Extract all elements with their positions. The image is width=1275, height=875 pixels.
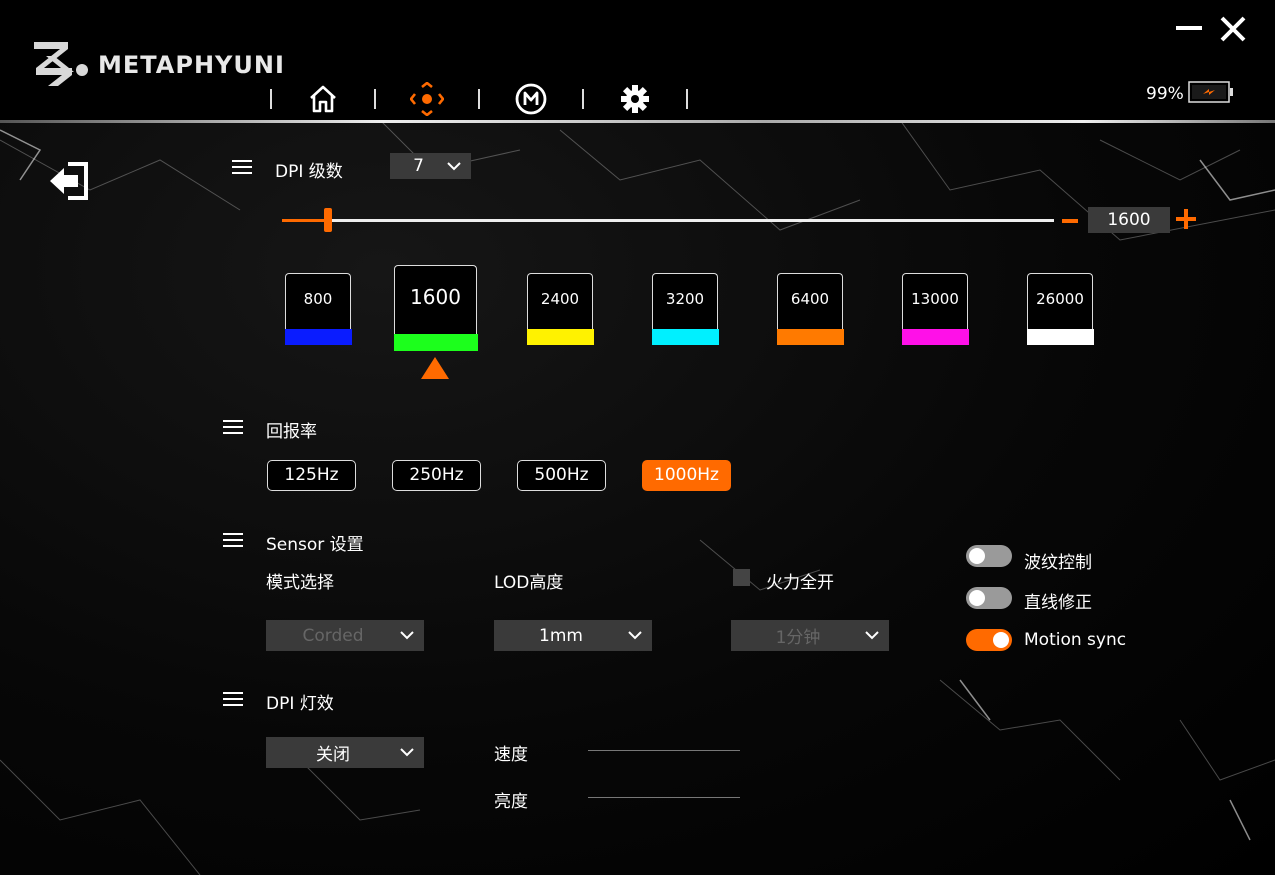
dpi-level-card[interactable]: 13000 <box>901 273 969 345</box>
fire-duration-value: 1分钟 <box>775 628 821 648</box>
logo-mark-icon <box>34 42 88 86</box>
speed-slider[interactable] <box>588 750 740 751</box>
battery-percent: 99% <box>1146 84 1184 104</box>
angle-snapping-label: 直线修正 <box>1024 593 1092 613</box>
list-icon <box>223 692 243 706</box>
polling-section-title: 回报率 <box>266 422 317 442</box>
dpi-level-card[interactable]: 800 <box>284 273 352 345</box>
dpi-level-value: 26000 <box>1036 290 1084 308</box>
list-icon <box>223 420 243 434</box>
dpi-level-card[interactable]: 3200 <box>651 273 719 345</box>
main-nav <box>270 80 722 118</box>
mode-select-value: Corded <box>302 625 364 646</box>
dpi-levels-value: 7 <box>413 156 424 176</box>
lighting-mode-select[interactable]: 关闭 <box>266 737 424 768</box>
rate-1000hz-button[interactable]: 1000Hz <box>642 460 731 491</box>
dpi-level-value: 6400 <box>790 290 830 308</box>
nav-separator <box>270 89 272 109</box>
dpi-level-card[interactable]: 1600 <box>393 265 478 351</box>
dpi-level-card[interactable]: 2400 <box>526 273 594 345</box>
lod-label: LOD高度 <box>494 573 564 593</box>
chevron-down-icon <box>628 631 642 640</box>
selected-level-indicator <box>421 357 449 379</box>
dpi-level-value: 800 <box>303 290 333 308</box>
dpi-level-value: 1600 <box>410 285 461 309</box>
exit-icon[interactable] <box>46 160 92 202</box>
dpi-level-color-bar <box>901 329 969 345</box>
nav-separator <box>582 89 584 109</box>
home-icon[interactable] <box>306 82 340 116</box>
chevron-down-icon <box>447 161 461 170</box>
motion-sync-label: Motion sync <box>1024 630 1127 650</box>
lighting-mode-value: 关闭 <box>316 745 350 765</box>
rate-500hz-button[interactable]: 500Hz <box>517 460 606 491</box>
rate-125hz-button[interactable]: 125Hz <box>267 460 356 491</box>
dpi-level-color-bar <box>526 329 594 345</box>
dpi-level-card[interactable]: 26000 <box>1026 273 1094 345</box>
list-icon <box>223 533 243 547</box>
nav-separator <box>374 89 376 109</box>
brightness-slider[interactable] <box>588 797 740 798</box>
brand-logo: METAPHYUNI <box>32 38 285 88</box>
chevron-down-icon <box>400 631 414 640</box>
angle-snapping-toggle[interactable] <box>966 587 1012 609</box>
dpi-section-title: DPI 级数 <box>275 162 343 182</box>
close-icon[interactable] <box>1216 12 1250 46</box>
nav-separator <box>686 89 688 109</box>
list-icon <box>232 160 252 174</box>
dpi-level-value: 3200 <box>665 290 705 308</box>
dpi-decrease-button[interactable] <box>1062 219 1078 223</box>
ripple-control-label: 波纹控制 <box>1024 553 1092 573</box>
motion-sync-toggle[interactable] <box>966 629 1012 651</box>
dpi-crosshair-icon[interactable] <box>410 82 444 116</box>
gear-icon[interactable] <box>618 82 652 116</box>
mode-select[interactable]: Corded <box>266 620 424 651</box>
sensor-section-title: Sensor 设置 <box>266 535 364 555</box>
toggle-knob <box>993 632 1009 648</box>
dpi-slider-handle[interactable] <box>324 208 333 232</box>
dpi-value-input[interactable]: 1600 <box>1088 207 1170 233</box>
toggle-knob <box>969 590 985 606</box>
lod-select-value: 1mm <box>539 625 583 646</box>
ripple-control-toggle[interactable] <box>966 545 1012 567</box>
background-texture <box>0 120 1275 875</box>
fire-mode-label: 火力全开 <box>766 573 834 593</box>
header-divider <box>0 120 1275 123</box>
mode-select-label: 模式选择 <box>266 573 334 593</box>
dpi-level-color-bar <box>393 334 478 351</box>
battery-icon <box>1188 81 1233 103</box>
brightness-label: 亮度 <box>494 792 528 812</box>
lod-select[interactable]: 1mm <box>494 620 652 651</box>
lighting-section-title: DPI 灯效 <box>266 694 334 714</box>
chevron-down-icon <box>400 748 414 757</box>
nav-separator <box>478 89 480 109</box>
dpi-level-value: 2400 <box>540 290 580 308</box>
brand-name: METAPHYUNI <box>98 51 285 79</box>
dpi-level-color-bar <box>284 329 352 345</box>
fire-duration-select[interactable]: 1分钟 <box>731 620 889 651</box>
minimize-button[interactable] <box>1176 26 1202 30</box>
dpi-level-value: 13000 <box>911 290 959 308</box>
dpi-slider-track[interactable] <box>282 219 1054 222</box>
toggle-knob <box>969 548 985 564</box>
dpi-level-color-bar <box>776 329 844 345</box>
dpi-level-color-bar <box>651 329 719 345</box>
chevron-down-icon <box>865 631 879 640</box>
fire-mode-checkbox[interactable] <box>733 569 750 586</box>
dpi-increase-button[interactable] <box>1176 209 1196 229</box>
dpi-level-color-bar <box>1026 329 1094 345</box>
speed-label: 速度 <box>494 745 528 765</box>
dpi-level-card[interactable]: 6400 <box>776 273 844 345</box>
dpi-levels-select[interactable]: 7 <box>390 153 471 179</box>
rate-250hz-button[interactable]: 250Hz <box>392 460 481 491</box>
macro-m-icon[interactable] <box>514 82 548 116</box>
dpi-slider-fill <box>282 219 329 222</box>
